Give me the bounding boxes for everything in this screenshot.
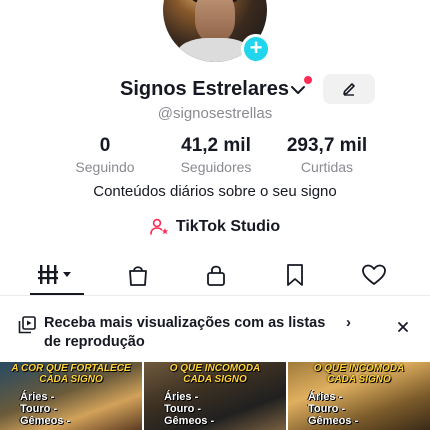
- thumbnail-headline-line2: CADA SIGNO: [183, 374, 247, 385]
- sign-item: Touro -: [164, 403, 202, 415]
- video-thumbnail[interactable]: O QUE INCOMODA CADA SIGNO Áries - Touro …: [144, 362, 286, 430]
- thumbnail-sign-list: Áries - Touro - Gêmeos -: [308, 391, 358, 427]
- stat-value: 0: [99, 135, 111, 156]
- profile-tabs: [0, 256, 430, 296]
- profile-avatar-container[interactable]: +: [163, 0, 271, 64]
- tab-private[interactable]: [186, 256, 246, 294]
- edit-profile-button[interactable]: [323, 74, 375, 104]
- add-story-plus-icon[interactable]: +: [241, 34, 271, 64]
- thumbnail-sign-list: Áries - Touro - Gêmeos -: [164, 391, 214, 427]
- heart-icon: [362, 264, 386, 285]
- stat-label: Seguidores: [180, 159, 252, 175]
- video-thumbnail[interactable]: A COR QUE FORTALECE CADA SIGNO Áries - T…: [0, 362, 142, 430]
- avatar-face: [195, 0, 235, 42]
- sign-item: Gêmeos -: [164, 415, 215, 427]
- thumbnail-headline: O QUE INCOMODA CADA SIGNO: [288, 363, 430, 385]
- stat-label: Seguindo: [75, 159, 135, 175]
- stat-followers[interactable]: 41,2 mil Seguidores: [168, 136, 264, 176]
- sign-item: Áries -: [164, 391, 199, 403]
- stat-value: 41,2 mil: [181, 135, 251, 156]
- pencil-icon: [343, 83, 355, 96]
- profile-name[interactable]: Signos Estrelares: [120, 78, 289, 101]
- thumbnail-headline-line2: CADA SIGNO: [39, 374, 103, 385]
- thumbnail-headline-line1: A COR QUE FORTALECE: [11, 363, 131, 374]
- bookmark-icon: [287, 264, 303, 286]
- playlist-promo-banner[interactable]: Receba mais visualizações com as listas …: [0, 306, 430, 360]
- name-row: Signos Estrelares: [0, 74, 430, 104]
- stat-label: Curtidas: [300, 159, 354, 175]
- profile-stats: 0 Seguindo 41,2 mil Seguidores 293,7 mil…: [0, 136, 430, 176]
- playlist-icon: [18, 316, 36, 334]
- video-thumbnail[interactable]: O QUE INCOMODA CADA SIGNO Áries - Touro …: [288, 362, 430, 430]
- tab-liked[interactable]: [344, 256, 404, 294]
- tab-shop[interactable]: [108, 256, 168, 294]
- tiktok-studio-link[interactable]: TikTok Studio: [0, 218, 430, 236]
- profile-bio: Conteúdos diários sobre o seu signo: [93, 183, 337, 200]
- stat-following[interactable]: 0 Seguindo: [60, 136, 150, 176]
- chevron-right-icon[interactable]: ›: [346, 314, 351, 331]
- sign-item: Gêmeos -: [308, 415, 359, 427]
- grid-icon: [38, 265, 71, 284]
- thumbnail-headline-line1: O QUE INCOMODA: [169, 363, 261, 374]
- sign-item: Touro -: [308, 403, 346, 415]
- notification-dot: [304, 76, 312, 84]
- person-star-icon: [150, 218, 169, 235]
- thumbnail-headline: O QUE INCOMODA CADA SIGNO: [144, 363, 286, 385]
- sign-item: Gêmeos -: [20, 415, 71, 427]
- sign-item: Touro -: [20, 403, 58, 415]
- tab-videos[interactable]: [27, 256, 87, 294]
- close-icon[interactable]: [396, 320, 410, 334]
- active-tab-indicator: [30, 293, 84, 295]
- sign-item: Áries -: [20, 391, 55, 403]
- stat-value: 293,7 mil: [286, 135, 368, 156]
- profile-handle: @signosestrellas: [157, 105, 273, 122]
- sign-item: Áries -: [308, 391, 343, 403]
- lock-icon: [207, 265, 225, 286]
- thumbnail-sign-list: Áries - Touro - Gêmeos -: [20, 391, 70, 427]
- tiktok-studio-label: TikTok Studio: [175, 218, 281, 235]
- thumbnail-headline-line2: CADA SIGNO: [327, 374, 391, 385]
- video-grid: A COR QUE FORTALECE CADA SIGNO Áries - T…: [0, 362, 430, 430]
- stat-likes[interactable]: 293,7 mil Curtidas: [278, 136, 376, 176]
- thumbnail-headline-line1: O QUE INCOMODA: [313, 363, 405, 374]
- banner-text: Receba mais visualizações com as listas …: [44, 315, 326, 350]
- shop-bag-icon: [129, 266, 147, 286]
- tab-saved[interactable]: [265, 256, 325, 294]
- thumbnail-headline: A COR QUE FORTALECE CADA SIGNO: [0, 363, 142, 385]
